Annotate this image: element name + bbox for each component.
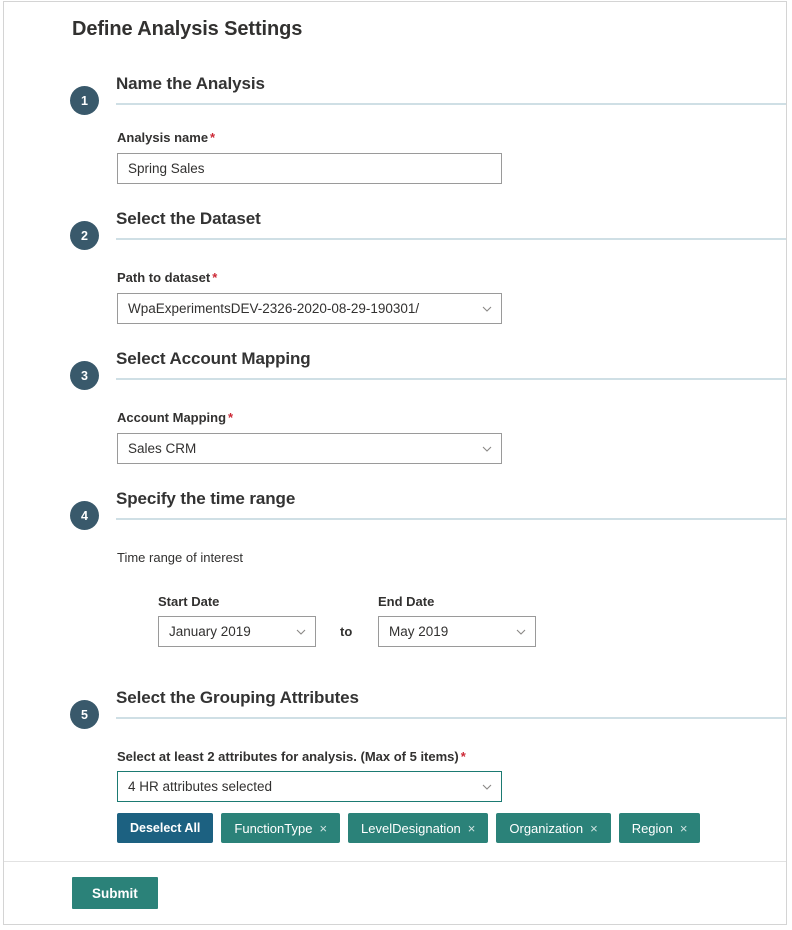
- step-rule-1: [116, 103, 786, 105]
- attribute-tag-organization[interactable]: Organization ×: [496, 813, 611, 843]
- step-heading-1: Name the Analysis: [116, 74, 265, 93]
- analysis-name-label: Analysis name *: [117, 130, 215, 145]
- analysis-name-value: Spring Sales: [128, 161, 205, 176]
- account-mapping-value: Sales CRM: [128, 441, 197, 456]
- required-asterisk: *: [212, 270, 218, 285]
- grouping-attributes-value: 4 HR attributes selected: [128, 779, 273, 794]
- step-heading-4: Specify the time range: [116, 489, 296, 508]
- account-mapping-label: Account Mapping *: [117, 410, 233, 425]
- step-heading-2: Select the Dataset: [116, 209, 261, 228]
- grouping-attributes-label-text: Select at least 2 attributes for analysi…: [117, 749, 459, 764]
- start-date-select[interactable]: January 2019: [158, 616, 316, 647]
- step-rule-3: [116, 378, 786, 380]
- step-badge-2: 2: [70, 221, 99, 250]
- deselect-all-label: Deselect All: [130, 821, 201, 835]
- chevron-down-icon: [296, 627, 306, 637]
- attribute-tag-label: LevelDesignation: [361, 820, 461, 836]
- end-date-label: End Date: [378, 594, 435, 609]
- account-mapping-label-text: Account Mapping: [117, 410, 227, 425]
- chevron-down-icon: [482, 444, 492, 454]
- end-date-value: May 2019: [389, 624, 449, 639]
- selected-attributes-row: Deselect All FunctionType × LevelDesigna…: [117, 813, 701, 843]
- step-rule-5: [116, 717, 786, 719]
- close-icon[interactable]: ×: [680, 822, 688, 835]
- required-asterisk: *: [460, 749, 466, 764]
- close-icon[interactable]: ×: [319, 822, 327, 835]
- grouping-attributes-select[interactable]: 4 HR attributes selected: [117, 771, 502, 802]
- attribute-tag-label: FunctionType: [234, 820, 313, 836]
- analysis-name-label-text: Analysis name: [117, 130, 209, 145]
- chevron-down-icon: [516, 627, 526, 637]
- form-body: Define Analysis Settings 1 Name the Anal…: [4, 2, 786, 862]
- time-range-label: Time range of interest: [117, 550, 243, 565]
- dataset-path-value: WpaExperimentsDEV-2326-2020-08-29-190301…: [128, 301, 420, 316]
- chevron-down-icon: [482, 782, 492, 792]
- analysis-name-input[interactable]: Spring Sales: [117, 153, 502, 184]
- end-date-select[interactable]: May 2019: [378, 616, 536, 647]
- chevron-down-icon: [482, 304, 492, 314]
- attribute-tag-leveldesignation[interactable]: LevelDesignation ×: [348, 813, 489, 843]
- deselect-all-button[interactable]: Deselect All: [117, 813, 214, 843]
- dataset-path-label-text: Path to dataset: [117, 270, 211, 285]
- step-badge-5: 5: [70, 700, 99, 729]
- grouping-attributes-label: Select at least 2 attributes for analysi…: [117, 749, 466, 764]
- close-icon[interactable]: ×: [590, 822, 598, 835]
- form-footer: Submit: [4, 861, 786, 924]
- step-badge-4: 4: [70, 501, 99, 530]
- submit-button[interactable]: Submit: [72, 877, 158, 909]
- account-mapping-select[interactable]: Sales CRM: [117, 433, 502, 464]
- attribute-tag-region[interactable]: Region ×: [618, 813, 701, 843]
- dataset-path-label: Path to dataset *: [117, 270, 217, 285]
- start-date-label: Start Date: [158, 594, 220, 609]
- required-asterisk: *: [210, 130, 216, 145]
- step-rule-2: [116, 238, 786, 240]
- dataset-path-select[interactable]: WpaExperimentsDEV-2326-2020-08-29-190301…: [117, 293, 502, 324]
- step-heading-5: Select the Grouping Attributes: [116, 688, 359, 707]
- attribute-tag-label: Organization: [509, 820, 584, 836]
- attribute-tag-label: Region: [631, 820, 673, 836]
- step-heading-3: Select Account Mapping: [116, 349, 311, 368]
- page-title: Define Analysis Settings: [72, 18, 303, 40]
- close-icon[interactable]: ×: [468, 822, 476, 835]
- required-asterisk: *: [228, 410, 234, 425]
- step-rule-4: [116, 518, 786, 520]
- analysis-settings-panel: Define Analysis Settings 1 Name the Anal…: [3, 1, 787, 925]
- attribute-tag-functiontype[interactable]: FunctionType ×: [221, 813, 341, 843]
- date-range-separator: to: [340, 624, 353, 639]
- start-date-value: January 2019: [169, 624, 251, 639]
- step-badge-3: 3: [70, 361, 99, 390]
- step-badge-1: 1: [70, 86, 99, 115]
